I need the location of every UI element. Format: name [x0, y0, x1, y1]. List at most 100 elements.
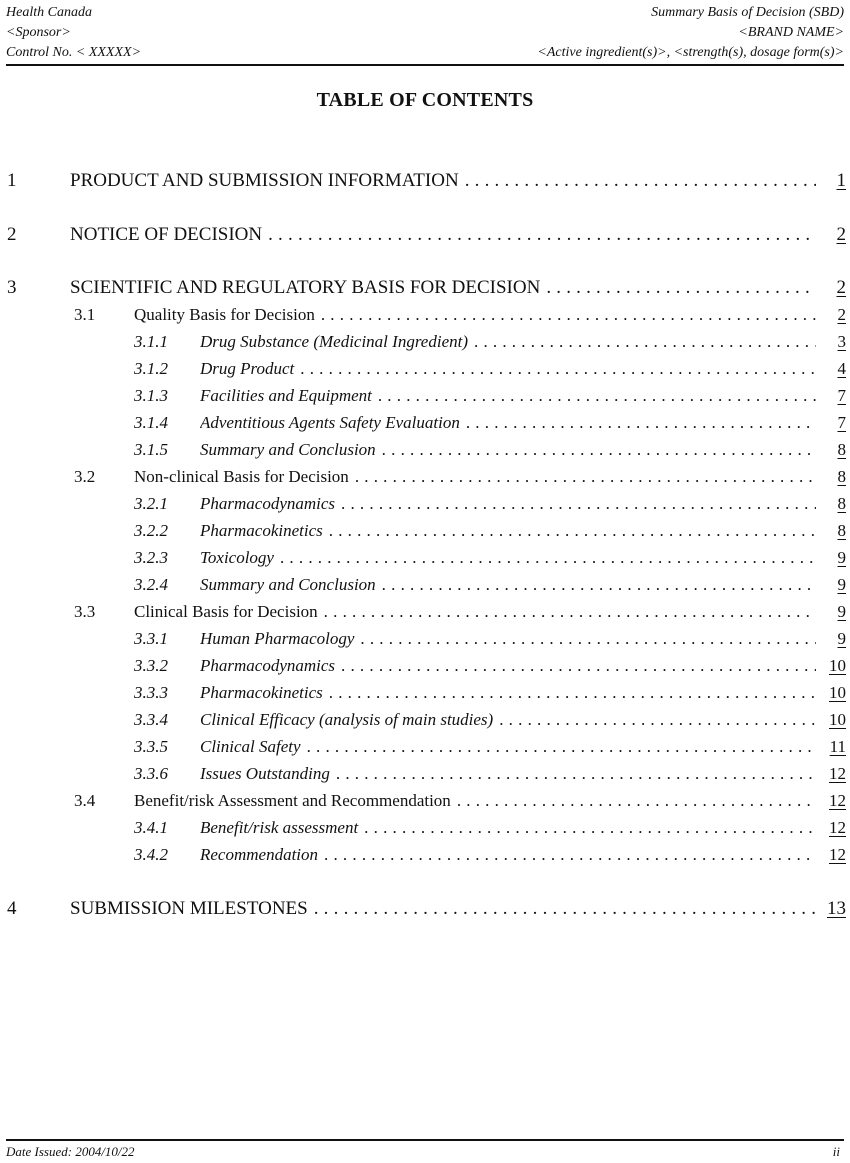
toc-entry-title[interactable]: Pharmacodynamics [200, 656, 341, 676]
toc-page-link[interactable]: 12 [822, 818, 846, 838]
toc-dot-leader: ........................................… [464, 170, 816, 191]
toc-entry[interactable]: 3.4.2 Recommendation.....................… [0, 845, 850, 869]
toc-entry-title[interactable]: Pharmacokinetics [200, 683, 329, 703]
toc-entry-number: 3.2 [74, 467, 96, 486]
toc-entry-title[interactable]: Pharmacokinetics [200, 521, 329, 541]
toc-page-link[interactable]: 2 [822, 305, 847, 325]
toc-page-link[interactable]: 9 [822, 575, 847, 595]
toc-entry-title[interactable]: Adventitious Agents Safety Evaluation [200, 413, 466, 433]
toc-entry-title-wrap: Quality Basis for Decision..............… [134, 305, 816, 325]
toc-entry[interactable]: 3.2.3 Toxicology.........................… [0, 548, 850, 572]
toc-entry[interactable]: 3.3.4 Clinical Efficacy (analysis of main… [0, 710, 850, 734]
toc-page-link[interactable]: 12 [822, 764, 846, 784]
toc-entry-title[interactable]: NOTICE OF DECISION [70, 224, 268, 246]
toc-entry[interactable]: 3.2.1 Pharmacodynamics...................… [0, 494, 850, 518]
toc-page-link[interactable]: 11 [822, 737, 846, 757]
toc-page-link[interactable]: 2 [822, 224, 847, 246]
toc-entry-title[interactable]: Drug Substance (Medicinal Ingredient) [200, 332, 474, 352]
toc-entry[interactable]: 3.4 Benefit/risk Assessment and Recommend… [0, 791, 850, 815]
toc-entry[interactable]: 3.1.2 Drug Product.......................… [0, 359, 850, 383]
toc-page-link[interactable]: 10 [822, 710, 846, 730]
toc-page-link[interactable]: 7 [822, 413, 847, 433]
toc-dot-leader: ........................................… [474, 332, 816, 351]
toc-entry[interactable]: 4 SUBMISSION MILESTONES..................… [0, 898, 850, 922]
toc-page-link[interactable]: 7 [822, 386, 847, 406]
toc-entry-title[interactable]: Clinical Efficacy (analysis of main stud… [200, 710, 499, 730]
toc-entry-title[interactable]: Summary and Conclusion [200, 575, 382, 595]
toc-entry-title-wrap: Pharmacokinetics........................… [200, 683, 816, 703]
toc-entry[interactable]: 3.1.1 Drug Substance (Medicinal Ingredien… [0, 332, 850, 356]
toc-entry-title[interactable]: Non-clinical Basis for Decision [134, 467, 355, 487]
toc-entry-title-wrap: Human Pharmacology......................… [200, 629, 816, 649]
header-agency: Health Canada [6, 5, 92, 20]
toc-dot-leader: ........................................… [381, 575, 816, 594]
toc-entry-title[interactable]: SCIENTIFIC AND REGULATORY BASIS FOR DECI… [70, 277, 546, 299]
toc-entry[interactable]: 3.2.4 Summary and Conclusion.............… [0, 575, 850, 599]
footer-divider [6, 1139, 844, 1141]
toc-entry-title[interactable]: Quality Basis for Decision [134, 305, 321, 325]
toc-entry-title[interactable]: Drug Product [200, 359, 300, 379]
toc-dot-leader: ........................................… [279, 548, 816, 567]
toc-entry-title-wrap: Toxicology..............................… [200, 548, 816, 568]
toc-entry[interactable]: 3.4.1 Benefit/risk assessment............… [0, 818, 850, 842]
toc-page-link[interactable]: 8 [822, 440, 847, 460]
toc-entry-number: 3.1.1 [134, 332, 168, 351]
toc-page-link[interactable]: 10 [822, 656, 846, 676]
toc-entry[interactable]: 3.1.5 Summary and Conclusion.............… [0, 440, 850, 464]
toc-page-link[interactable]: 9 [822, 629, 847, 649]
toc-page-link[interactable]: 9 [822, 602, 847, 622]
toc-page-link[interactable]: 12 [822, 791, 846, 811]
toc-entry-title[interactable]: Benefit/risk Assessment and Recommendati… [134, 791, 457, 811]
toc-entry-title-wrap: Summary and Conclusion..................… [200, 575, 816, 595]
toc-page-link[interactable]: 8 [822, 521, 847, 541]
toc-page-link[interactable]: 12 [822, 845, 846, 865]
toc-entry-title[interactable]: Summary and Conclusion [200, 440, 382, 460]
toc-entry-title[interactable]: SUBMISSION MILESTONES [70, 898, 314, 920]
toc-page-link[interactable]: 13 [822, 898, 846, 920]
toc-page-link[interactable]: 9 [822, 548, 847, 568]
toc-entry-title[interactable]: PRODUCT AND SUBMISSION INFORMATION [70, 170, 465, 192]
toc-entry[interactable]: 3.2 Non-clinical Basis for Decision......… [0, 467, 850, 491]
toc-entry[interactable]: 2 NOTICE OF DECISION.....................… [0, 224, 850, 248]
toc-entry-title[interactable]: Benefit/risk assessment [200, 818, 364, 838]
toc-entry-title[interactable]: Toxicology [200, 548, 280, 568]
toc-dot-leader: ........................................… [306, 737, 816, 756]
toc-entry-title[interactable]: Human Pharmacology [200, 629, 360, 649]
toc-entry[interactable]: 3.2.2 Pharmacokinetics...................… [0, 521, 850, 545]
toc-entry[interactable]: 3.1.4 Adventitious Agents Safety Evaluati… [0, 413, 850, 437]
header-document-type: Summary Basis of Decision (SBD) [651, 5, 844, 20]
toc-entry[interactable]: 3.3.6 Issues Outstanding.................… [0, 764, 850, 788]
toc-dot-leader: ........................................… [546, 277, 816, 298]
toc-dot-leader: ........................................… [354, 467, 816, 486]
toc-entry-title[interactable]: Clinical Safety [200, 737, 307, 757]
toc-dot-leader: ........................................… [341, 656, 816, 675]
toc-entry-title[interactable]: Issues Outstanding [200, 764, 336, 784]
toc-page-link[interactable]: 8 [822, 467, 847, 487]
toc-entry[interactable]: 3.3.2 Pharmacodynamics...................… [0, 656, 850, 680]
toc-page-link[interactable]: 3 [822, 332, 847, 352]
toc-entry-title[interactable]: Pharmacodynamics [200, 494, 341, 514]
toc-entry-number: 3.2.1 [134, 494, 168, 513]
toc-entry-title-wrap: Adventitious Agents Safety Evaluation...… [200, 413, 816, 433]
toc-entry-number: 3.1.3 [134, 386, 168, 405]
toc-page-link[interactable]: 2 [822, 277, 847, 299]
toc-entry-title[interactable]: Recommendation [200, 845, 324, 865]
toc-page-link[interactable]: 10 [822, 683, 846, 703]
toc-entry-title[interactable]: Clinical Basis for Decision [134, 602, 324, 622]
toc-entry[interactable]: 3.3.1 Human Pharmacology.................… [0, 629, 850, 653]
toc-page-link[interactable]: 4 [822, 359, 847, 379]
toc-entry[interactable]: 3.1 Quality Basis for Decision...........… [0, 305, 850, 329]
toc-dot-leader: ........................................… [328, 683, 816, 702]
toc-entry-title[interactable]: Facilities and Equipment [200, 386, 378, 406]
toc-entry[interactable]: 3.3 Clinical Basis for Decision..........… [0, 602, 850, 626]
toc-entry[interactable]: 1 PRODUCT AND SUBMISSION INFORMATION.....… [0, 170, 850, 194]
toc-page-link[interactable]: 8 [822, 494, 847, 514]
toc-entry[interactable]: 3.3.5 Clinical Safety....................… [0, 737, 850, 761]
toc-entry-number: 1 [7, 170, 17, 191]
toc-entry-title-wrap: Issues Outstanding......................… [200, 764, 816, 784]
toc-entry[interactable]: 3 SCIENTIFIC AND REGULATORY BASIS FOR DEC… [0, 277, 850, 301]
toc-entry[interactable]: 3.1.3 Facilities and Equipment...........… [0, 386, 850, 410]
toc-entry[interactable]: 3.3.3 Pharmacokinetics...................… [0, 683, 850, 707]
header-brand-name: <BRAND NAME> [738, 25, 844, 40]
toc-page-link[interactable]: 1 [822, 170, 847, 192]
